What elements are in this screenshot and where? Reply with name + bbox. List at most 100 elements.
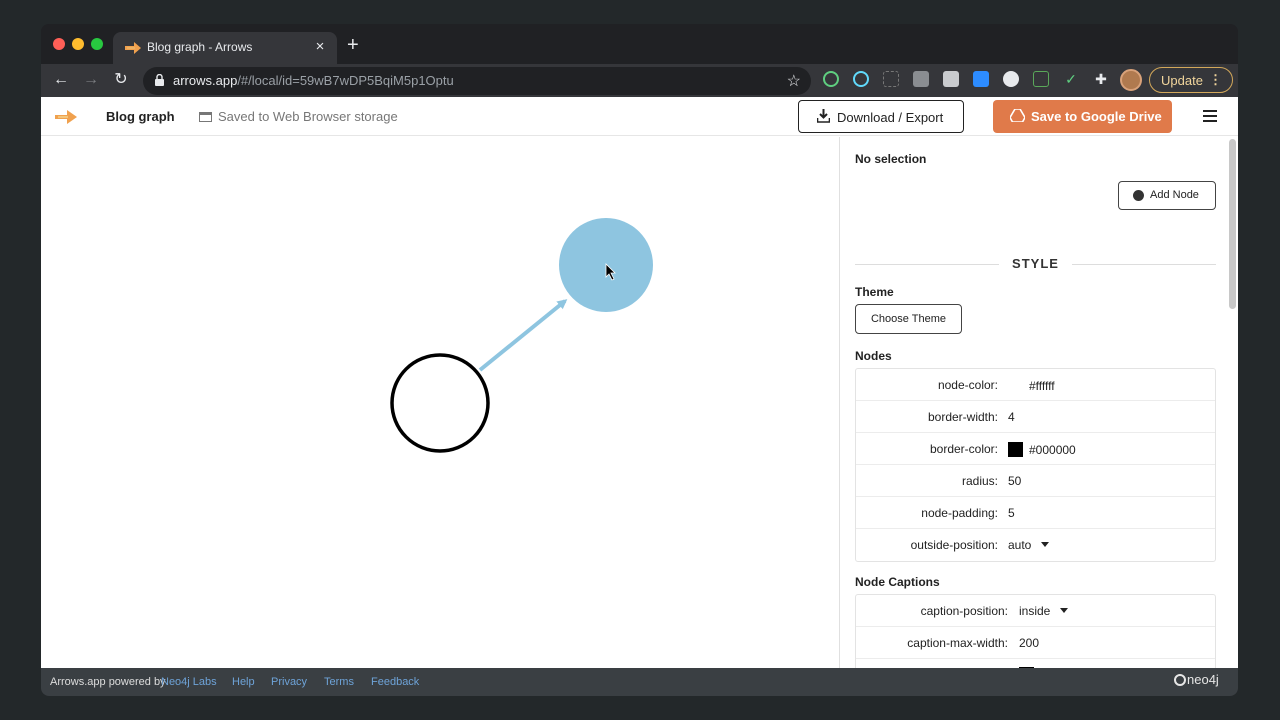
prop-value-text: inside bbox=[1019, 604, 1050, 618]
maximize-window-button[interactable] bbox=[91, 38, 103, 50]
graph-node-white[interactable] bbox=[392, 355, 488, 451]
prop-row-border-color[interactable]: border-color: #000000 bbox=[856, 433, 1215, 465]
prop-value-text: #ffffff bbox=[1029, 379, 1055, 393]
powered-by-text: Arrows.app powered by bbox=[50, 676, 166, 688]
nodes-label: Nodes bbox=[855, 349, 892, 363]
inspector-scrollbar[interactable] bbox=[1229, 139, 1236, 309]
prop-value-text: #000000 bbox=[1029, 443, 1076, 457]
prop-dropdown[interactable]: auto bbox=[1008, 538, 1049, 552]
arrows-app: Blog graph Saved to Web Browser storage … bbox=[41, 97, 1238, 668]
download-export-button[interactable]: Download / Export bbox=[798, 100, 964, 133]
prop-value-text: auto bbox=[1008, 538, 1031, 552]
prop-row-outside-position[interactable]: outside-position: auto bbox=[856, 529, 1215, 561]
prop-value[interactable]: 200 bbox=[1019, 636, 1039, 650]
caret-down-icon bbox=[1041, 542, 1049, 547]
neo4j-labs-link[interactable]: Neo4j Labs bbox=[161, 676, 217, 688]
more-menu-icon: ⋮ bbox=[1209, 72, 1222, 88]
prop-value[interactable]: #000000 bbox=[1008, 442, 1076, 457]
add-node-button[interactable]: Add Node bbox=[1118, 181, 1216, 210]
sheets-icon[interactable] bbox=[1033, 71, 1049, 87]
graph-svg[interactable] bbox=[41, 137, 839, 668]
update-button[interactable]: Update ⋮ bbox=[1149, 67, 1233, 93]
terms-link[interactable]: Terms bbox=[324, 676, 354, 688]
prop-row-caption-max-width[interactable]: caption-max-width: 200 bbox=[856, 627, 1215, 659]
extensions-puzzle-icon[interactable]: ✚ bbox=[1093, 71, 1109, 87]
browser-toolbar: ← → ↻ arrows.app/#/local/id=59wB7wDP5Bqi… bbox=[41, 64, 1238, 97]
save-to-google-drive-button[interactable]: Save to Google Drive bbox=[993, 100, 1172, 133]
neo4j-logo[interactable]: neo4j bbox=[1174, 672, 1219, 687]
browser-tab[interactable]: Blog graph - Arrows × bbox=[113, 32, 337, 64]
app-header: Blog graph Saved to Web Browser storage … bbox=[41, 97, 1238, 136]
arrows-favicon-icon bbox=[125, 41, 141, 55]
style-heading: STYLE bbox=[855, 256, 1216, 272]
url-text: arrows.app/#/local/id=59wB7wDP5BqiM5p1Op… bbox=[173, 73, 454, 88]
theme-label: Theme bbox=[855, 285, 894, 299]
storage-status-text: Saved to Web Browser storage bbox=[218, 109, 398, 124]
back-button[interactable]: ← bbox=[50, 69, 72, 91]
prop-value[interactable]: 50 bbox=[1008, 474, 1021, 488]
reload-button[interactable]: ↻ bbox=[110, 69, 132, 91]
node-properties-table: node-color: #ffffff border-width: 4 bord… bbox=[855, 368, 1216, 562]
screenshot-icon[interactable] bbox=[883, 71, 899, 87]
tab-title: Blog graph - Arrows bbox=[147, 40, 252, 54]
color-swatch[interactable] bbox=[1008, 442, 1023, 457]
zoom-icon[interactable] bbox=[973, 71, 989, 87]
storage-status: Saved to Web Browser storage bbox=[199, 109, 398, 124]
prop-row-radius[interactable]: radius: 50 bbox=[856, 465, 1215, 497]
privacy-link[interactable]: Privacy bbox=[271, 676, 307, 688]
choose-theme-button[interactable]: Choose Theme bbox=[855, 304, 962, 334]
prop-row-border-width[interactable]: border-width: 4 bbox=[856, 401, 1215, 433]
download-export-label: Download / Export bbox=[837, 110, 943, 125]
feedback-link[interactable]: Feedback bbox=[371, 676, 419, 688]
add-node-label: Add Node bbox=[1150, 189, 1199, 201]
prop-row-node-color[interactable]: node-color: #ffffff bbox=[856, 369, 1215, 401]
bookmark-star-icon[interactable]: ☆ bbox=[787, 71, 801, 91]
arrows-logo-icon[interactable] bbox=[55, 109, 77, 125]
prop-row-partial bbox=[856, 659, 1215, 668]
hamburger-menu-icon[interactable] bbox=[1203, 110, 1217, 122]
download-icon bbox=[817, 109, 830, 123]
prop-row-caption-position[interactable]: caption-position: inside bbox=[856, 595, 1215, 627]
tab-close-icon[interactable]: × bbox=[311, 38, 329, 56]
prop-key: border-color: bbox=[930, 442, 998, 456]
prop-key: node-padding: bbox=[921, 506, 998, 520]
prop-value[interactable]: 4 bbox=[1008, 410, 1015, 424]
minimize-window-button[interactable] bbox=[72, 38, 84, 50]
prop-row-node-padding[interactable]: node-padding: 5 bbox=[856, 497, 1215, 529]
prop-key: outside-position: bbox=[911, 538, 998, 552]
prop-key: caption-position: bbox=[921, 604, 1008, 618]
prop-value[interactable]: 5 bbox=[1008, 506, 1015, 520]
grammarly-icon[interactable] bbox=[913, 71, 929, 87]
caret-down-icon bbox=[1060, 608, 1068, 613]
extension-target-icon[interactable] bbox=[823, 71, 839, 87]
prop-value[interactable]: #ffffff bbox=[1008, 378, 1055, 393]
node-captions-label: Node Captions bbox=[855, 575, 940, 589]
new-tab-button[interactable]: + bbox=[347, 35, 359, 55]
react-devtools-icon[interactable] bbox=[853, 71, 869, 87]
neo4j-mark-icon bbox=[1174, 674, 1186, 686]
keep-icon[interactable] bbox=[943, 71, 959, 87]
address-bar[interactable]: arrows.app/#/local/id=59wB7wDP5BqiM5p1Op… bbox=[143, 67, 811, 95]
url-host: arrows.app bbox=[173, 73, 237, 88]
color-swatch[interactable] bbox=[1008, 378, 1023, 393]
relationship-arrow[interactable] bbox=[480, 301, 565, 370]
prop-key: node-color: bbox=[938, 378, 998, 392]
google-drive-icon bbox=[1010, 109, 1025, 122]
diagram-title[interactable]: Blog graph bbox=[106, 109, 175, 124]
tab-strip: Blog graph - Arrows × + bbox=[41, 24, 1238, 64]
save-to-google-drive-label: Save to Google Drive bbox=[1031, 109, 1162, 124]
close-window-button[interactable] bbox=[53, 38, 65, 50]
browser-window: Blog graph - Arrows × + ← → ↻ arrows.app… bbox=[41, 24, 1238, 696]
graph-canvas[interactable] bbox=[41, 137, 839, 668]
help-link[interactable]: Help bbox=[232, 676, 255, 688]
prop-dropdown[interactable]: inside bbox=[1019, 604, 1068, 618]
check-icon[interactable]: ✓ bbox=[1063, 71, 1079, 87]
prop-key: caption-max-width: bbox=[907, 636, 1008, 650]
lock-icon bbox=[155, 74, 164, 86]
app-footer: Arrows.app powered by Neo4j Labs Help Pr… bbox=[41, 668, 1238, 696]
selection-status: No selection bbox=[855, 152, 926, 166]
browser-storage-icon bbox=[199, 112, 212, 122]
profile-avatar[interactable] bbox=[1120, 69, 1142, 91]
info-icon[interactable] bbox=[1003, 71, 1019, 87]
forward-button[interactable]: → bbox=[80, 69, 102, 91]
